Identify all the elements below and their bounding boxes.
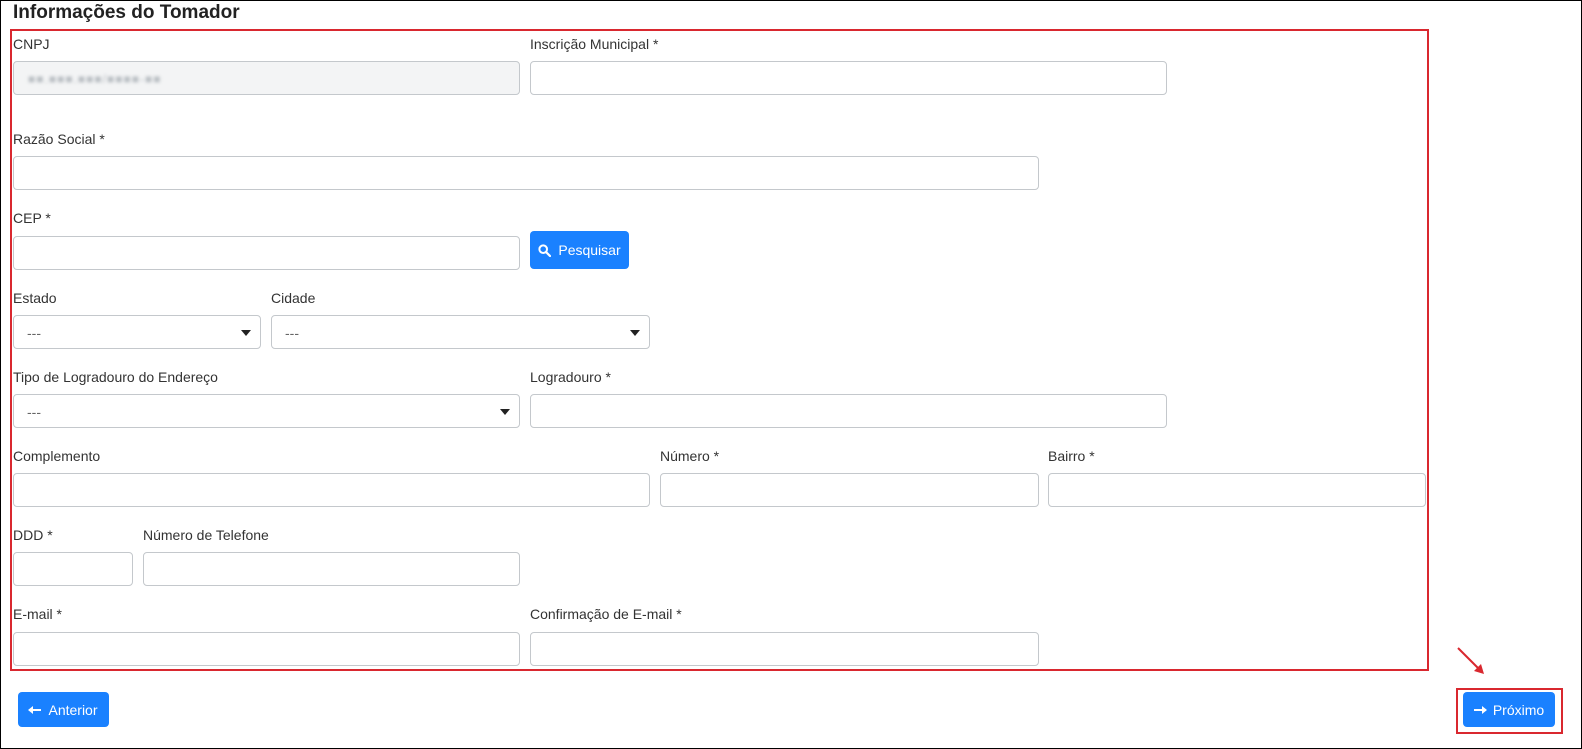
complemento-label: Complemento	[13, 448, 101, 464]
cep-label: CEP *	[13, 210, 51, 226]
proximo-button[interactable]: Próximo	[1463, 692, 1555, 727]
caret-down-icon	[241, 330, 251, 336]
estado-select[interactable]: ---	[13, 315, 261, 349]
inscricao-municipal-label: Inscrição Municipal *	[530, 36, 659, 52]
cnpj-value: ■■.■■■.■■■/■■■■-■■	[28, 72, 162, 86]
telefone-field[interactable]	[143, 552, 520, 586]
telefone-label: Número de Telefone	[143, 527, 269, 543]
razao-social-label: Razão Social *	[13, 131, 105, 147]
complemento-field[interactable]	[13, 473, 650, 507]
bairro-label: Bairro *	[1048, 448, 1095, 464]
numero-label: Número *	[660, 448, 720, 464]
cnpj-label: CNPJ	[13, 36, 50, 52]
tipo-logradouro-selected: ---	[27, 404, 41, 420]
bairro-field[interactable]	[1048, 473, 1426, 507]
anterior-button[interactable]: Anterior	[18, 692, 109, 727]
annotation-arrow-icon	[1457, 647, 1484, 674]
cep-field[interactable]	[13, 236, 520, 270]
ddd-label: DDD *	[13, 527, 53, 543]
search-icon	[538, 243, 552, 257]
email-field[interactable]	[13, 632, 520, 666]
pesquisar-button[interactable]: Pesquisar	[530, 231, 629, 269]
estado-selected: ---	[27, 325, 41, 341]
logradouro-label: Logradouro *	[530, 369, 611, 385]
razao-social-field[interactable]	[13, 156, 1039, 190]
numero-field[interactable]	[660, 473, 1039, 507]
pesquisar-label: Pesquisar	[558, 242, 621, 258]
email-label: E-mail *	[13, 606, 63, 622]
email-confirm-label: Confirmação de E-mail *	[530, 606, 682, 622]
ddd-field[interactable]	[13, 552, 133, 586]
proximo-label: Próximo	[1492, 701, 1545, 718]
tipo-logradouro-select[interactable]: ---	[13, 394, 520, 428]
cidade-select[interactable]: ---	[271, 315, 650, 349]
arrow-left-icon	[28, 705, 42, 714]
inscricao-municipal-field[interactable]	[530, 61, 1167, 95]
section-title: Informações do Tomador	[13, 2, 240, 23]
anterior-label: Anterior	[48, 701, 98, 718]
caret-down-icon	[500, 409, 510, 415]
cidade-selected: ---	[285, 325, 299, 341]
estado-label: Estado	[13, 290, 57, 306]
caret-down-icon	[630, 330, 640, 336]
arrow-right-icon	[1473, 705, 1487, 714]
cnpj-field: ■■.■■■.■■■/■■■■-■■	[13, 61, 520, 95]
tipo-logradouro-label: Tipo de Logradouro do Endereço	[13, 369, 218, 385]
cidade-label: Cidade	[271, 290, 316, 306]
logradouro-field[interactable]	[530, 394, 1167, 428]
email-confirm-field[interactable]	[530, 632, 1039, 666]
